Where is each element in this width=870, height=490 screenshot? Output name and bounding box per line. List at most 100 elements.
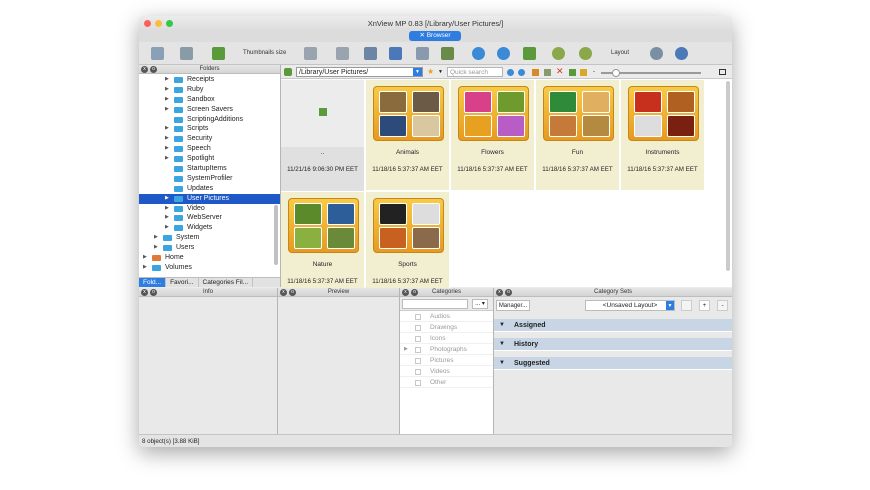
category-item[interactable]: Pictures bbox=[400, 355, 493, 366]
left-tab[interactable]: Favori... bbox=[166, 278, 199, 287]
tag-icon[interactable] bbox=[212, 47, 225, 60]
path-field[interactable]: /Library/User Pictures/ ▼ bbox=[296, 67, 423, 77]
close-window-button[interactable] bbox=[144, 20, 151, 27]
view-mode-icon[interactable] bbox=[180, 47, 193, 60]
close-panel-icon[interactable]: x bbox=[141, 66, 148, 73]
expand-arrow-icon[interactable]: ▶ bbox=[165, 85, 169, 95]
tab-browser[interactable]: ✕ Browser bbox=[409, 31, 461, 41]
slideshow-icon[interactable] bbox=[389, 47, 402, 60]
add-set-button[interactable]: + bbox=[699, 300, 710, 311]
category-checkbox[interactable] bbox=[415, 336, 421, 342]
chevron-down-icon[interactable]: ▼ bbox=[413, 68, 422, 76]
rating-icon[interactable] bbox=[580, 69, 587, 76]
maximize-view-icon[interactable] bbox=[719, 69, 726, 75]
category-item[interactable]: Videos bbox=[400, 366, 493, 377]
tree-item[interactable]: ▶ Users bbox=[139, 243, 280, 253]
collapse-arrow-icon[interactable]: ▼ bbox=[499, 319, 505, 332]
tree-scrollbar[interactable] bbox=[274, 205, 278, 265]
close-panel-icon[interactable]: x bbox=[280, 289, 287, 296]
pin-panel-icon[interactable]: o bbox=[289, 289, 296, 296]
label-icon[interactable] bbox=[569, 69, 576, 76]
minimize-window-button[interactable] bbox=[155, 20, 162, 27]
grid-scrollbar[interactable] bbox=[726, 81, 730, 271]
expand-arrow-icon[interactable]: ▶ bbox=[165, 194, 169, 204]
thumbnail-item[interactable]: Nature 11/18/16 5:37:37 AM EET bbox=[281, 192, 365, 303]
tree-item[interactable]: ▶ Scripts bbox=[139, 124, 280, 134]
pin-panel-icon[interactable]: o bbox=[150, 66, 157, 73]
tree-item[interactable]: ▶ Screen Savers bbox=[139, 105, 280, 115]
expand-arrow-icon[interactable]: ▶ bbox=[165, 223, 169, 233]
tree-item[interactable]: ▶ Widgets bbox=[139, 223, 280, 233]
categories-menu-button[interactable]: ... ▾ bbox=[472, 299, 488, 309]
pin-panel-icon[interactable]: o bbox=[411, 289, 418, 296]
up-folder-icon[interactable] bbox=[523, 47, 536, 60]
category-item[interactable]: Other bbox=[400, 377, 493, 388]
thumbnail-item[interactable]: Sports 11/18/16 5:37:37 AM EET bbox=[366, 192, 450, 303]
category-checkbox[interactable] bbox=[415, 369, 421, 375]
remove-item-button[interactable]: - bbox=[717, 300, 728, 311]
collapse-arrow-icon[interactable]: ▼ bbox=[499, 338, 505, 351]
category-checkbox[interactable] bbox=[415, 314, 421, 320]
layout-select[interactable]: <Unsaved Layout> ▼ bbox=[585, 300, 675, 311]
thumbnail-item[interactable]: Fun 11/18/16 5:37:37 AM EET bbox=[536, 80, 620, 191]
category-checkbox[interactable] bbox=[415, 358, 421, 364]
category-set-row[interactable]: ▼ Suggested bbox=[494, 357, 732, 370]
tree-item[interactable]: ▶ Ruby bbox=[139, 85, 280, 95]
category-set-row[interactable]: ▼ History bbox=[494, 338, 732, 351]
expand-arrow-icon[interactable]: ▶ bbox=[165, 75, 169, 85]
close-panel-icon[interactable]: x bbox=[402, 289, 409, 296]
tree-item[interactable]: ScriptingAdditions bbox=[139, 115, 280, 125]
tree-item[interactable]: ▶ System bbox=[139, 233, 280, 243]
tree-item[interactable]: ▶ WebServer bbox=[139, 213, 280, 223]
sort-icon[interactable] bbox=[304, 47, 317, 60]
tree-icon[interactable] bbox=[364, 47, 377, 60]
folder-action-icon[interactable] bbox=[532, 69, 539, 76]
tree-item[interactable]: ▶ Speech bbox=[139, 144, 280, 154]
tree-item[interactable]: ▶ User Pictures bbox=[139, 193, 280, 204]
close-panel-icon[interactable]: x bbox=[496, 289, 503, 296]
expand-arrow-icon[interactable]: ▶ bbox=[143, 263, 147, 273]
expand-arrow-icon[interactable]: ▶ bbox=[165, 124, 169, 134]
thumbnail-item[interactable]: Instruments 11/18/16 5:37:37 AM EET bbox=[621, 80, 705, 191]
chevron-down-icon[interactable]: ▼ bbox=[666, 301, 674, 310]
filter-icon[interactable] bbox=[336, 47, 349, 60]
tree-item[interactable]: StartupItems bbox=[139, 164, 280, 174]
rotate-right-icon[interactable] bbox=[579, 47, 592, 60]
expand-arrow-icon[interactable]: ▶ bbox=[165, 154, 169, 164]
gear-icon[interactable] bbox=[650, 47, 663, 60]
pin-panel-icon[interactable]: o bbox=[505, 289, 512, 296]
tree-item[interactable]: ▶ Volumes bbox=[139, 263, 280, 273]
category-item[interactable]: Audios bbox=[400, 311, 493, 322]
check-icon[interactable] bbox=[544, 69, 551, 76]
thumbnails-size-menu[interactable]: Thumbnails size bbox=[243, 50, 286, 56]
tag-icon[interactable] bbox=[284, 68, 292, 76]
tree-item[interactable]: ▶ Sandbox bbox=[139, 95, 280, 105]
category-item[interactable]: ▶ Photographs bbox=[400, 344, 493, 355]
rotate-left-icon[interactable] bbox=[552, 47, 565, 60]
expand-arrow-icon[interactable]: ▶ bbox=[165, 105, 169, 115]
slider-handle[interactable] bbox=[612, 69, 620, 77]
tree-item[interactable]: Updates bbox=[139, 184, 280, 194]
thumbnail-item[interactable]: .. 11/21/16 9:06:30 PM EET bbox=[281, 80, 365, 191]
help-icon[interactable] bbox=[675, 47, 688, 60]
expand-arrow-icon[interactable]: ▶ bbox=[404, 344, 408, 355]
close-panel-icon[interactable]: x bbox=[141, 289, 148, 296]
back-icon[interactable] bbox=[472, 47, 485, 60]
category-item[interactable]: Icons bbox=[400, 333, 493, 344]
delete-icon[interactable]: ✕ bbox=[556, 67, 564, 76]
layout-menu[interactable]: Layout bbox=[611, 50, 629, 56]
expand-arrow-icon[interactable]: ▶ bbox=[165, 144, 169, 154]
expand-arrow-icon[interactable]: ▶ bbox=[165, 134, 169, 144]
category-checkbox[interactable] bbox=[415, 347, 421, 353]
tree-item[interactable]: ▶ Video bbox=[139, 204, 280, 214]
nav-back-icon[interactable] bbox=[507, 69, 514, 76]
category-set-row[interactable]: ▼ Assigned bbox=[494, 319, 732, 332]
tree-item[interactable]: SystemProfiler bbox=[139, 174, 280, 184]
remove-set-button[interactable] bbox=[681, 300, 692, 311]
category-checkbox[interactable] bbox=[415, 380, 421, 386]
search-input[interactable]: Quick search bbox=[447, 67, 503, 77]
expand-arrow-icon[interactable]: ▶ bbox=[165, 95, 169, 105]
expand-arrow-icon[interactable]: ▶ bbox=[154, 233, 158, 243]
pin-panel-icon[interactable]: o bbox=[150, 289, 157, 296]
filter-dropdown-icon[interactable]: ▼ bbox=[438, 69, 443, 75]
